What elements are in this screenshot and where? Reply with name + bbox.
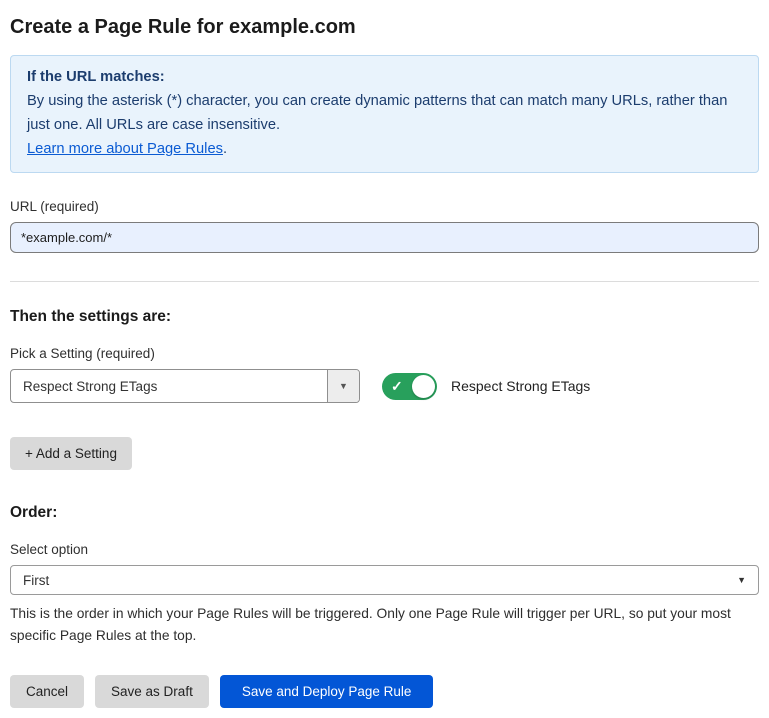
order-select-label: Select option bbox=[10, 542, 759, 557]
cancel-button[interactable]: Cancel bbox=[10, 675, 84, 708]
order-help-text: This is the order in which your Page Rul… bbox=[10, 603, 759, 647]
etags-toggle[interactable]: ✓ bbox=[382, 373, 437, 400]
url-field-label: URL (required) bbox=[10, 199, 759, 214]
form-actions: Cancel Save as Draft Save and Deploy Pag… bbox=[10, 675, 759, 708]
order-select[interactable]: First ▼ bbox=[10, 565, 759, 595]
url-match-info-box: If the URL matches: By using the asteris… bbox=[10, 55, 759, 173]
toggle-knob bbox=[412, 375, 435, 398]
url-input[interactable] bbox=[10, 222, 759, 253]
check-icon: ✓ bbox=[391, 379, 403, 393]
learn-more-link[interactable]: Learn more about Page Rules bbox=[27, 141, 223, 157]
toggle-label: Respect Strong ETags bbox=[451, 378, 590, 394]
settings-section-heading: Then the settings are: bbox=[10, 308, 759, 326]
page-rule-form: Create a Page Rule for example.com If th… bbox=[0, 0, 769, 708]
save-draft-button[interactable]: Save as Draft bbox=[95, 675, 209, 708]
info-box-link-line: Learn more about Page Rules. bbox=[27, 137, 742, 161]
setting-row: Respect Strong ETags ▼ ✓ Respect Strong … bbox=[10, 369, 759, 403]
info-box-heading: If the URL matches: bbox=[27, 65, 742, 89]
section-divider bbox=[10, 281, 759, 282]
setting-picker-label: Pick a Setting (required) bbox=[10, 346, 759, 361]
order-select-value: First bbox=[23, 573, 49, 588]
link-suffix: . bbox=[223, 141, 227, 157]
setting-select-value: Respect Strong ETags bbox=[11, 370, 327, 402]
dropdown-arrow-icon: ▼ bbox=[339, 381, 348, 391]
caret-down-icon: ▼ bbox=[737, 575, 746, 585]
setting-select[interactable]: Respect Strong ETags ▼ bbox=[10, 369, 360, 403]
add-setting-button[interactable]: + Add a Setting bbox=[10, 437, 132, 470]
save-deploy-button[interactable]: Save and Deploy Page Rule bbox=[220, 675, 434, 708]
dropdown-arrow-button[interactable]: ▼ bbox=[327, 370, 359, 402]
page-title: Create a Page Rule for example.com bbox=[10, 16, 759, 39]
order-section-heading: Order: bbox=[10, 504, 759, 522]
info-box-body: By using the asterisk (*) character, you… bbox=[27, 89, 742, 137]
